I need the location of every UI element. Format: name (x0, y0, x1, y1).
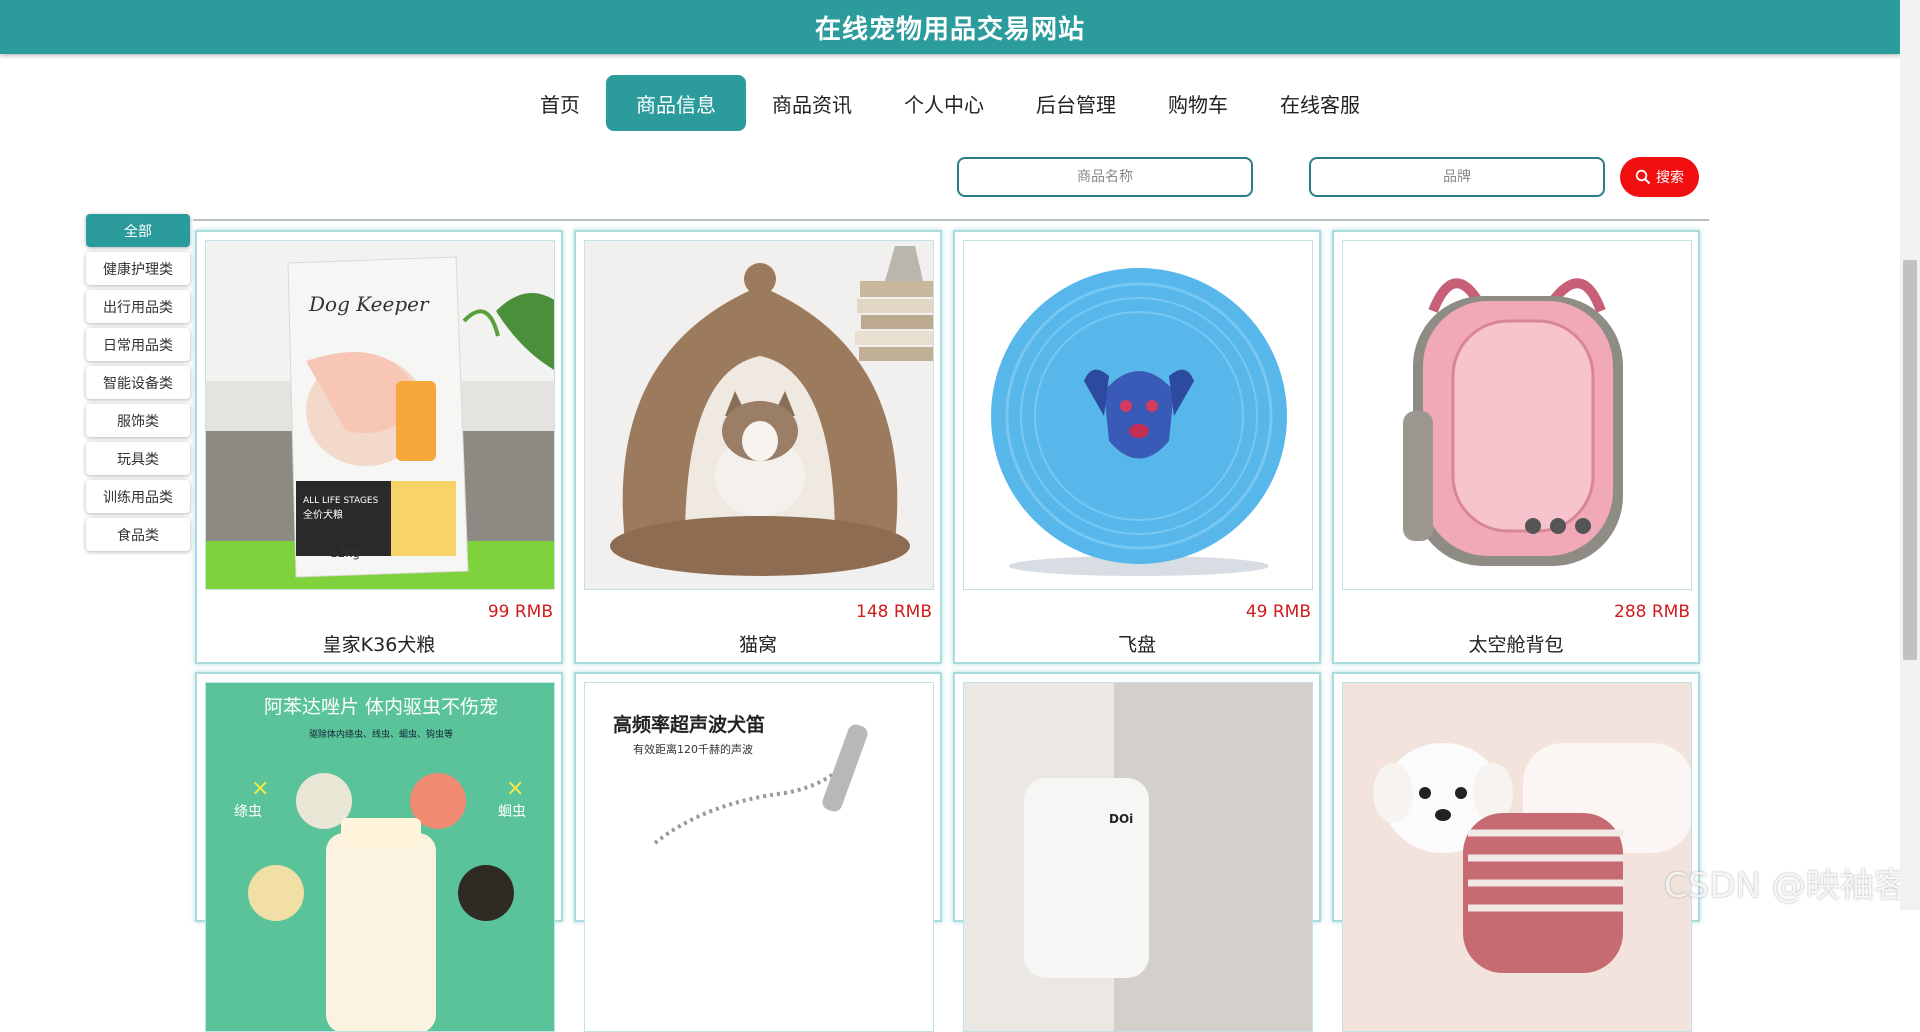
category-food[interactable]: 食品类 (86, 518, 190, 551)
svg-text:12kg: 12kg (330, 546, 360, 560)
scrollbar-thumb[interactable] (1903, 260, 1917, 660)
category-toys[interactable]: 玩具类 (86, 442, 190, 475)
category-clothing[interactable]: 服饰类 (86, 404, 190, 437)
svg-text:ALL LIFE STAGES: ALL LIFE STAGES (303, 496, 379, 506)
watermark: CSDN @映袖客 (1664, 866, 1908, 906)
svg-text:×: × (251, 776, 269, 801)
search-button[interactable]: 搜索 (1620, 157, 1699, 197)
product-card[interactable]: DOi (953, 672, 1321, 1032)
category-smart[interactable]: 智能设备类 (86, 366, 190, 399)
product-image-catbed[interactable] (584, 240, 934, 590)
category-sidebar: 全部 健康护理类 出行用品类 日常用品类 智能设备类 服饰类 玩具类 训练用品类… (86, 214, 190, 556)
svg-text:DOi: DOi (1109, 812, 1133, 826)
product-card[interactable]: 49 RMB 飞盘 (953, 230, 1321, 664)
product-name[interactable]: 猫窝 (576, 630, 940, 657)
product-card[interactable]: 148 RMB 猫窝 (574, 230, 942, 664)
main-nav: 首页 商品信息 商品资讯 个人中心 后台管理 购物车 在线客服 (0, 75, 1900, 131)
product-card[interactable]: Dog Keeper ALL LIFE STAGES 全价犬粮 12kg 99 … (195, 230, 563, 664)
category-training[interactable]: 训练用品类 (86, 480, 190, 513)
svg-text:绦虫: 绦虫 (234, 804, 262, 820)
divider (193, 219, 1709, 221)
product-name[interactable]: 飞盘 (955, 630, 1319, 657)
search-button-label: 搜索 (1656, 170, 1684, 186)
product-price: 148 RMB (856, 602, 932, 622)
site-header: 在线宠物用品交易网站 (0, 0, 1900, 54)
product-image-dogfood[interactable]: Dog Keeper ALL LIFE STAGES 全价犬粮 12kg (205, 240, 555, 590)
svg-text:阿苯达唑片 体内驱虫不伤宠: 阿苯达唑片 体内驱虫不伤宠 (264, 696, 498, 718)
category-all[interactable]: 全部 (86, 214, 190, 247)
svg-text:高频率超声波犬笛: 高频率超声波犬笛 (613, 713, 765, 736)
svg-text:驱除体内绦虫、线虫、蛔虫、钩虫等: 驱除体内绦虫、线虫、蛔虫、钩虫等 (309, 728, 453, 740)
site-title: 在线宠物用品交易网站 (814, 14, 1085, 45)
svg-text:有效距离120千赫的声波: 有效距离120千赫的声波 (633, 742, 753, 756)
product-name[interactable]: 太空舱背包 (1334, 630, 1698, 657)
search-icon (1635, 169, 1651, 185)
product-card[interactable]: 阿苯达唑片 体内驱虫不伤宠 驱除体内绦虫、线虫、蛔虫、钩虫等 绦虫 蛔虫 × × (195, 672, 563, 1032)
nav-cart[interactable]: 购物车 (1142, 75, 1254, 131)
svg-text:×: × (506, 776, 524, 801)
nav-news[interactable]: 商品资讯 (746, 75, 878, 131)
product-image-dewormer[interactable]: 阿苯达唑片 体内驱虫不伤宠 驱除体内绦虫、线虫、蛔虫、钩虫等 绦虫 蛔虫 × × (205, 682, 555, 1032)
product-image-smart-device[interactable]: DOi (963, 682, 1313, 1032)
product-name-input[interactable] (957, 157, 1253, 197)
product-card[interactable]: 高频率超声波犬笛 有效距离120千赫的声波 (574, 672, 942, 1032)
svg-text:蛔虫: 蛔虫 (498, 804, 526, 820)
product-image-dog-clothes[interactable] (1342, 682, 1692, 1032)
product-price: 49 RMB (1245, 602, 1311, 622)
product-image-whistle[interactable]: 高频率超声波犬笛 有效距离120千赫的声波 (584, 682, 934, 1032)
product-image-backpack[interactable] (1342, 240, 1692, 590)
svg-text:Dog Keeper: Dog Keeper (308, 292, 430, 316)
product-price: 288 RMB (1614, 602, 1690, 622)
svg-text:全价犬粮: 全价犬粮 (303, 508, 343, 521)
product-card[interactable]: 288 RMB 太空舱背包 (1332, 230, 1700, 664)
nav-home[interactable]: 首页 (514, 75, 606, 131)
product-image-frisbee[interactable] (963, 240, 1313, 590)
product-card[interactable] (1332, 672, 1700, 1032)
brand-input[interactable] (1309, 157, 1605, 197)
product-name[interactable]: 皇家K36犬粮 (197, 630, 561, 657)
product-price: 99 RMB (487, 602, 553, 622)
category-health[interactable]: 健康护理类 (86, 252, 190, 285)
category-travel[interactable]: 出行用品类 (86, 290, 190, 323)
nav-admin[interactable]: 后台管理 (1010, 75, 1142, 131)
nav-support[interactable]: 在线客服 (1254, 75, 1386, 131)
category-daily[interactable]: 日常用品类 (86, 328, 190, 361)
nav-profile[interactable]: 个人中心 (878, 75, 1010, 131)
nav-products[interactable]: 商品信息 (606, 75, 746, 131)
